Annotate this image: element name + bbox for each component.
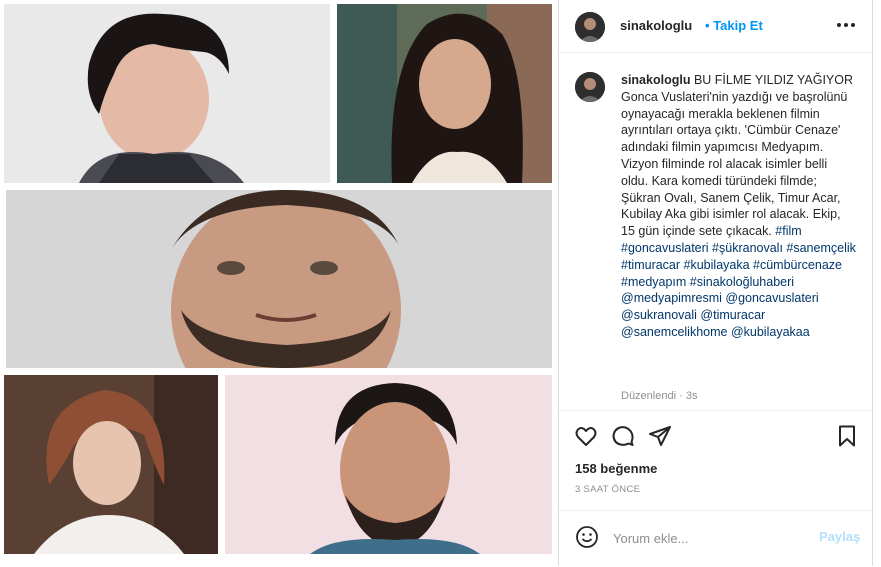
follow-button[interactable]: • Takip Et: [705, 18, 763, 33]
photo-bearded-man: [6, 190, 552, 368]
edited-time[interactable]: 3s: [686, 390, 698, 402]
hashtag-link[interactable]: #sanemçelik: [786, 241, 855, 255]
post-image-collage[interactable]: [0, 0, 558, 566]
caption-avatar[interactable]: [575, 72, 605, 102]
hashtag-link[interactable]: #film: [775, 224, 801, 238]
edited-label: Düzenlendi: [621, 390, 677, 402]
hashtag-link[interactable]: #kubilayaka: [684, 258, 750, 272]
caption-username[interactable]: sinakologlu: [621, 73, 690, 87]
hashtag-link[interactable]: #cümbürcenaze: [753, 258, 842, 272]
edited-separator: ·: [679, 390, 683, 402]
post-side-panel: sinakologlu • Takip Et sinakologlu BU Fİ…: [558, 0, 873, 566]
comment-icon[interactable]: [611, 424, 635, 448]
photo-woman-dark-hair: [337, 4, 552, 183]
follow-label: Takip Et: [713, 18, 763, 33]
caption-text: BU FİLME YILDIZ YAĞIYOR Gonca Vuslateri'…: [621, 73, 854, 239]
hashtag-link[interactable]: #şükranovalı: [712, 241, 783, 255]
mention-link[interactable]: @goncavuslateri: [725, 291, 818, 305]
post-header: sinakologlu • Takip Et: [559, 0, 872, 53]
edited-meta: Düzenlendi · 3s: [621, 390, 697, 402]
username-link[interactable]: sinakologlu: [620, 18, 692, 33]
more-horizontal-icon[interactable]: [835, 15, 857, 35]
photo-young-man: [225, 375, 552, 554]
action-bar: [559, 410, 872, 461]
mention-link[interactable]: @medyapimresmi: [621, 291, 722, 305]
post-comment-button[interactable]: Paylaş: [819, 529, 860, 544]
caption-tags: #film #goncavuslateri #şükranovalı #sane…: [621, 224, 856, 339]
photo-woman-black-bob: [4, 4, 330, 183]
hashtag-link[interactable]: #goncavuslateri: [621, 241, 709, 255]
heart-icon[interactable]: [574, 424, 598, 448]
post-time[interactable]: 3 SAAT ÖNCE: [575, 484, 640, 495]
hashtag-link[interactable]: #timuracar: [621, 258, 680, 272]
hashtag-link[interactable]: #sinakoloğluhaberi: [690, 275, 794, 289]
separator-dot: •: [705, 18, 710, 33]
mention-link[interactable]: @sukranovali: [621, 308, 697, 322]
post-caption: sinakologlu BU FİLME YILDIZ YAĞIYOR Gonc…: [621, 72, 857, 341]
share-icon[interactable]: [648, 424, 672, 448]
emoji-icon[interactable]: [575, 525, 599, 549]
likes-count[interactable]: 158 beğenme: [575, 461, 657, 476]
comment-bar: Paylaş: [559, 510, 872, 567]
mention-link[interactable]: @kubilayakaa: [731, 325, 810, 339]
mention-link[interactable]: @sanemcelikhome: [621, 325, 727, 339]
bookmark-icon[interactable]: [835, 424, 859, 448]
photo-woman-curly-hair: [4, 375, 218, 554]
comment-input[interactable]: [611, 527, 805, 549]
hashtag-link[interactable]: #medyapım: [621, 275, 686, 289]
avatar[interactable]: [575, 12, 605, 42]
mention-link[interactable]: @timuracar: [700, 308, 765, 322]
